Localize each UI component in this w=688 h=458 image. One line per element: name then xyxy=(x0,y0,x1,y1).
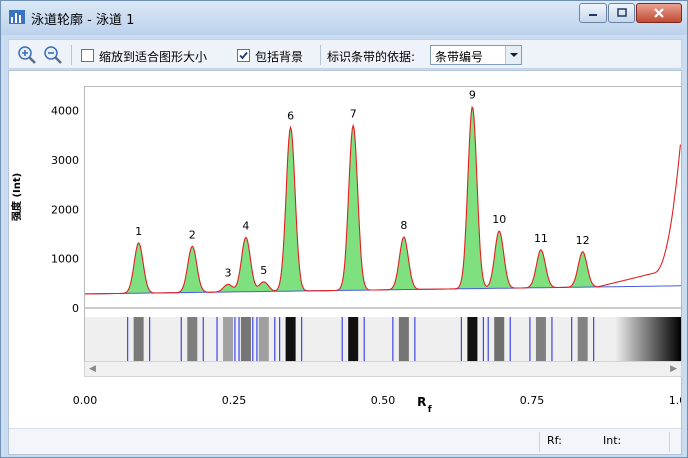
gel-band-10 xyxy=(494,317,505,361)
scroll-right-icon[interactable]: ▶ xyxy=(670,364,677,374)
peak-area-9 xyxy=(458,106,487,289)
band-label: 2 xyxy=(189,228,196,241)
minimize-button[interactable] xyxy=(579,3,607,23)
x-axis-title-subscript: f xyxy=(428,405,432,415)
horizontal-scrollbar[interactable]: ◀ ▶ xyxy=(84,361,682,377)
zoom-in-icon[interactable] xyxy=(17,45,37,65)
rf-status-label: Rf: xyxy=(547,434,562,447)
band-label-basis-dropdown[interactable]: 条带编号 xyxy=(430,45,522,65)
include-background-label: 包括背景 xyxy=(255,50,304,64)
peak-area-4 xyxy=(231,237,261,292)
gel-band-11 xyxy=(535,317,546,361)
checkmark-icon xyxy=(239,51,248,60)
gel-band-7 xyxy=(348,317,359,361)
peak-area-11 xyxy=(526,249,556,288)
status-separator xyxy=(669,432,670,452)
band-label: 9 xyxy=(469,89,476,102)
x-tick-label: 0.00 xyxy=(73,394,98,407)
maximize-button[interactable] xyxy=(608,3,635,23)
peak-area-1 xyxy=(124,242,153,294)
gel-band-1 xyxy=(133,317,144,361)
gel-band-3 xyxy=(223,317,234,361)
y-tick-label: 0 xyxy=(72,302,79,315)
y-tick-label: 3000 xyxy=(51,154,79,167)
maximize-icon xyxy=(616,8,627,17)
gel-lane-strip xyxy=(85,317,681,361)
chevron-down-icon xyxy=(510,53,518,57)
band-label-basis-label: 标识条带的依据: xyxy=(327,50,416,64)
gel-band-2 xyxy=(187,317,198,361)
gel-band-6 xyxy=(285,317,296,361)
band-label: 6 xyxy=(287,109,294,122)
band-label: 11 xyxy=(534,232,548,245)
peak-area-7 xyxy=(338,125,368,291)
gel-band-9 xyxy=(467,317,478,361)
zoom-to-fit-label: 缩放到适合图形大小 xyxy=(99,50,208,64)
zoom-out-icon[interactable] xyxy=(43,45,63,65)
profile-line xyxy=(85,105,681,295)
gel-band-5 xyxy=(258,317,269,361)
band-label: 12 xyxy=(576,234,590,247)
include-background-checkbox[interactable] xyxy=(237,49,250,62)
x-tick-label: 0.25 xyxy=(222,394,247,407)
peak-area-6 xyxy=(276,127,305,292)
band-label: 4 xyxy=(242,219,249,232)
peak-area-12 xyxy=(568,251,597,288)
dropdown-selected-value: 条带编号 xyxy=(435,50,484,64)
status-separator xyxy=(539,432,540,452)
peak-area-10 xyxy=(484,231,514,289)
gel-band-8 xyxy=(398,317,409,361)
int-status-label: Int: xyxy=(603,434,622,447)
minimize-icon xyxy=(589,14,597,16)
lane-profile-window: 泳道轮廓 - 泳道 1 缩放到适合图形大小 包括背景 标识条带的依据: 条带编号… xyxy=(0,0,688,458)
bar-chart-app-icon xyxy=(9,10,25,24)
status-bar: Rf: Int: xyxy=(9,428,681,454)
y-tick-label: 2000 xyxy=(51,203,79,216)
y-tick-label: 4000 xyxy=(51,105,79,118)
close-icon xyxy=(654,8,664,18)
title-bar[interactable]: 泳道轮廓 - 泳道 1 xyxy=(1,1,687,35)
zoom-to-fit-checkbox[interactable] xyxy=(81,49,94,62)
x-tick-label: 0.75 xyxy=(520,394,545,407)
dropdown-button[interactable] xyxy=(505,46,521,64)
peak-area-2 xyxy=(178,246,207,293)
x-axis-title: R xyxy=(417,395,426,409)
band-label: 7 xyxy=(350,107,357,120)
scroll-left-icon[interactable]: ◀ xyxy=(89,364,96,374)
band-label: 8 xyxy=(400,219,407,232)
gel-band-12 xyxy=(577,317,588,361)
peak-area-8 xyxy=(389,237,419,290)
toolbar: 缩放到适合图形大小 包括背景 标识条带的依据: 条带编号 xyxy=(8,39,682,69)
band-label: 1 xyxy=(135,225,142,238)
x-tick-label: 1.00 xyxy=(669,394,681,407)
chart-area: 强度 (Int) 0 1000 2000 3000 4000 0.00 0.25 0.50 0… xyxy=(8,70,682,455)
gel-band-4 xyxy=(240,317,251,361)
toolbar-separator xyxy=(320,45,321,65)
y-tick-label: 1000 xyxy=(51,253,79,266)
band-label: 5 xyxy=(260,264,267,277)
x-tick-label: 0.50 xyxy=(371,394,396,407)
close-button[interactable] xyxy=(636,3,682,23)
band-label: 3 xyxy=(225,266,232,279)
gel-lane-end xyxy=(615,317,681,361)
window-title: 泳道轮廓 - 泳道 1 xyxy=(31,13,135,28)
toolbar-separator xyxy=(71,45,72,65)
band-label: 10 xyxy=(492,213,506,226)
